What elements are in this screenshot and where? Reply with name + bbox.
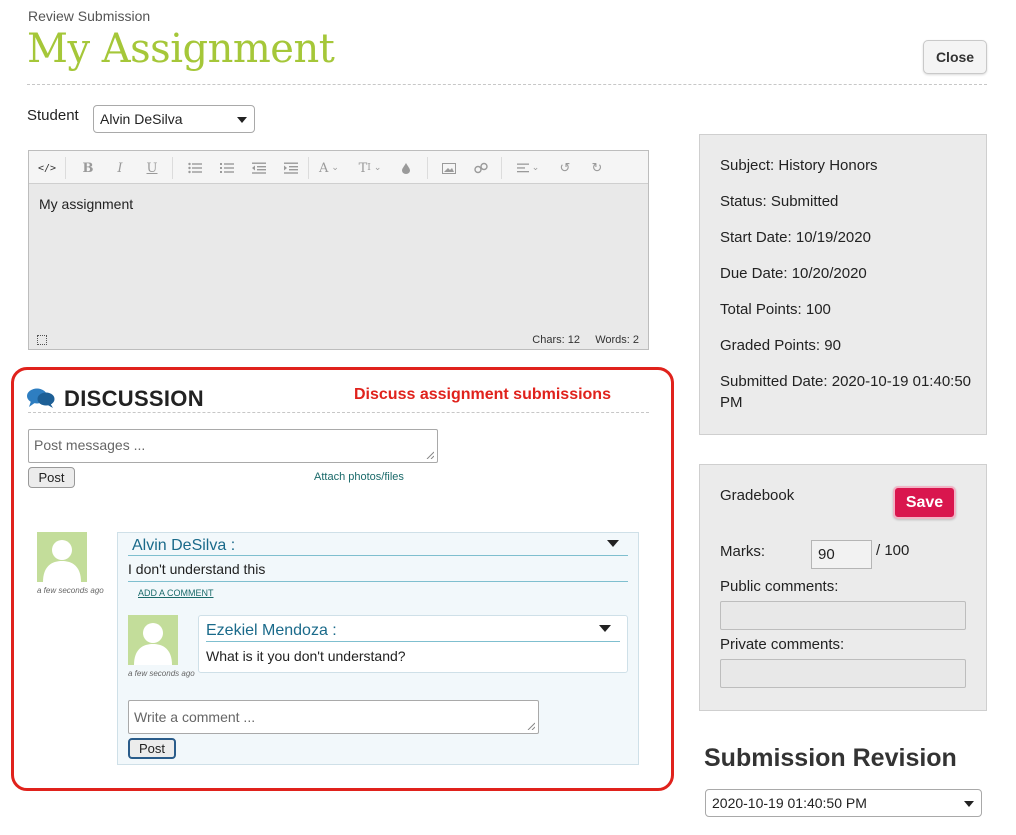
comment-post-button[interactable]: Post: [128, 738, 176, 759]
editor-toolbar: </> B I U A ⌄ T I ⌄ ⌄ ↺ ↻: [29, 151, 648, 184]
avatar: [128, 615, 178, 665]
toolbar-divider: [172, 157, 173, 179]
discussion-annotation: Discuss assignment submissions: [354, 386, 611, 403]
write-comment-placeholder: Write a comment ...: [134, 709, 256, 725]
code-view-icon[interactable]: </>: [37, 159, 57, 177]
outdent-icon[interactable]: [250, 159, 268, 177]
public-comments-input[interactable]: [720, 601, 966, 630]
save-button[interactable]: Save: [893, 486, 956, 519]
add-comment-link[interactable]: ADD A COMMENT: [138, 588, 214, 598]
start-date-info: Start Date: 10/19/2020: [720, 229, 871, 246]
page-title: My Assignment: [27, 26, 335, 72]
resize-grip-icon[interactable]: [527, 722, 535, 730]
undo-icon[interactable]: ↺: [556, 159, 574, 177]
editor-status-bar: Chars: 12 Words: 2: [29, 331, 648, 349]
chat-bubbles-icon: [27, 387, 55, 409]
reply-text: What is it you don't understand?: [206, 648, 406, 664]
marks-input[interactable]: 90: [811, 540, 872, 569]
attach-files-link[interactable]: Attach photos/files: [314, 471, 404, 483]
public-comments-label: Public comments:: [720, 578, 839, 595]
color-drop-icon[interactable]: [399, 159, 413, 177]
revision-select[interactable]: 2020-10-19 01:40:50 PM: [705, 789, 982, 817]
align-dropdown-icon[interactable]: ⌄: [513, 159, 543, 177]
discussion-divider: [28, 412, 649, 413]
fullscreen-icon[interactable]: [37, 335, 47, 345]
student-label: Student: [27, 107, 79, 124]
comment-divider: [128, 555, 628, 556]
indent-icon[interactable]: [282, 159, 300, 177]
submission-revision-title: Submission Revision: [704, 744, 957, 772]
discussion-title: DISCUSSION: [64, 386, 204, 411]
comment-text: I don't understand this: [128, 561, 266, 577]
post-message-input[interactable]: Post messages ...: [28, 429, 438, 463]
marks-total: / 100: [876, 542, 910, 559]
comment-author: Alvin DeSilva :: [132, 537, 236, 554]
gradebook-label: Gradebook: [720, 487, 795, 504]
link-icon[interactable]: [472, 159, 490, 177]
chevron-down-icon: [964, 801, 974, 807]
toolbar-divider: [427, 157, 428, 179]
toolbar-divider: [501, 157, 502, 179]
revision-select-value: 2020-10-19 01:40:50 PM: [712, 795, 867, 811]
comment-divider: [128, 581, 628, 582]
chevron-down-icon: [237, 117, 247, 123]
rich-text-editor[interactable]: </> B I U A ⌄ T I ⌄ ⌄ ↺ ↻ My assignment …: [28, 150, 649, 350]
resize-grip-icon[interactable]: [426, 451, 434, 459]
numbered-list-icon[interactable]: [218, 159, 236, 177]
total-points-info: Total Points: 100: [720, 301, 831, 318]
reply-divider: [206, 641, 620, 642]
toolbar-divider: [65, 157, 66, 179]
bullet-list-icon[interactable]: [186, 159, 204, 177]
redo-icon[interactable]: ↻: [588, 159, 606, 177]
status-info: Status: Submitted: [720, 193, 839, 210]
italic-icon[interactable]: I: [111, 159, 129, 177]
reply-author: Ezekiel Mendoza :: [206, 622, 337, 639]
marks-label: Marks:: [720, 543, 765, 560]
private-comments-input[interactable]: [720, 659, 966, 688]
bold-icon[interactable]: B: [79, 159, 97, 177]
underline-icon[interactable]: U: [143, 159, 161, 177]
private-comments-label: Private comments:: [720, 636, 845, 653]
write-comment-input[interactable]: Write a comment ...: [128, 700, 539, 734]
comment-timestamp: a few seconds ago: [37, 586, 104, 595]
post-button[interactable]: Post: [28, 467, 75, 488]
close-button[interactable]: Close: [923, 40, 987, 74]
header-divider: [27, 84, 987, 85]
student-select-value: Alvin DeSilva: [100, 111, 183, 127]
due-date-info: Due Date: 10/20/2020: [720, 265, 867, 282]
reply-timestamp: a few seconds ago: [128, 669, 195, 678]
graded-points-info: Graded Points: 90: [720, 337, 841, 354]
post-message-placeholder: Post messages ...: [34, 437, 146, 453]
font-dropdown-icon[interactable]: A ⌄: [314, 159, 344, 177]
subject-info: Subject: History Honors: [720, 157, 878, 174]
reply-menu-icon[interactable]: [599, 625, 611, 632]
avatar: [37, 532, 87, 582]
editor-content[interactable]: My assignment: [39, 196, 133, 212]
text-size-dropdown-icon[interactable]: T I ⌄: [354, 159, 386, 177]
submitted-date-info: Submitted Date: 2020-10-19 01:40:50 PM: [720, 373, 972, 411]
word-count: Words: 2: [595, 334, 639, 346]
comment-menu-icon[interactable]: [607, 540, 619, 547]
toolbar-divider: [308, 157, 309, 179]
breadcrumb: Review Submission: [28, 8, 151, 24]
char-count: Chars: 12: [532, 334, 580, 346]
image-icon[interactable]: [440, 159, 458, 177]
student-select[interactable]: Alvin DeSilva: [93, 105, 255, 133]
